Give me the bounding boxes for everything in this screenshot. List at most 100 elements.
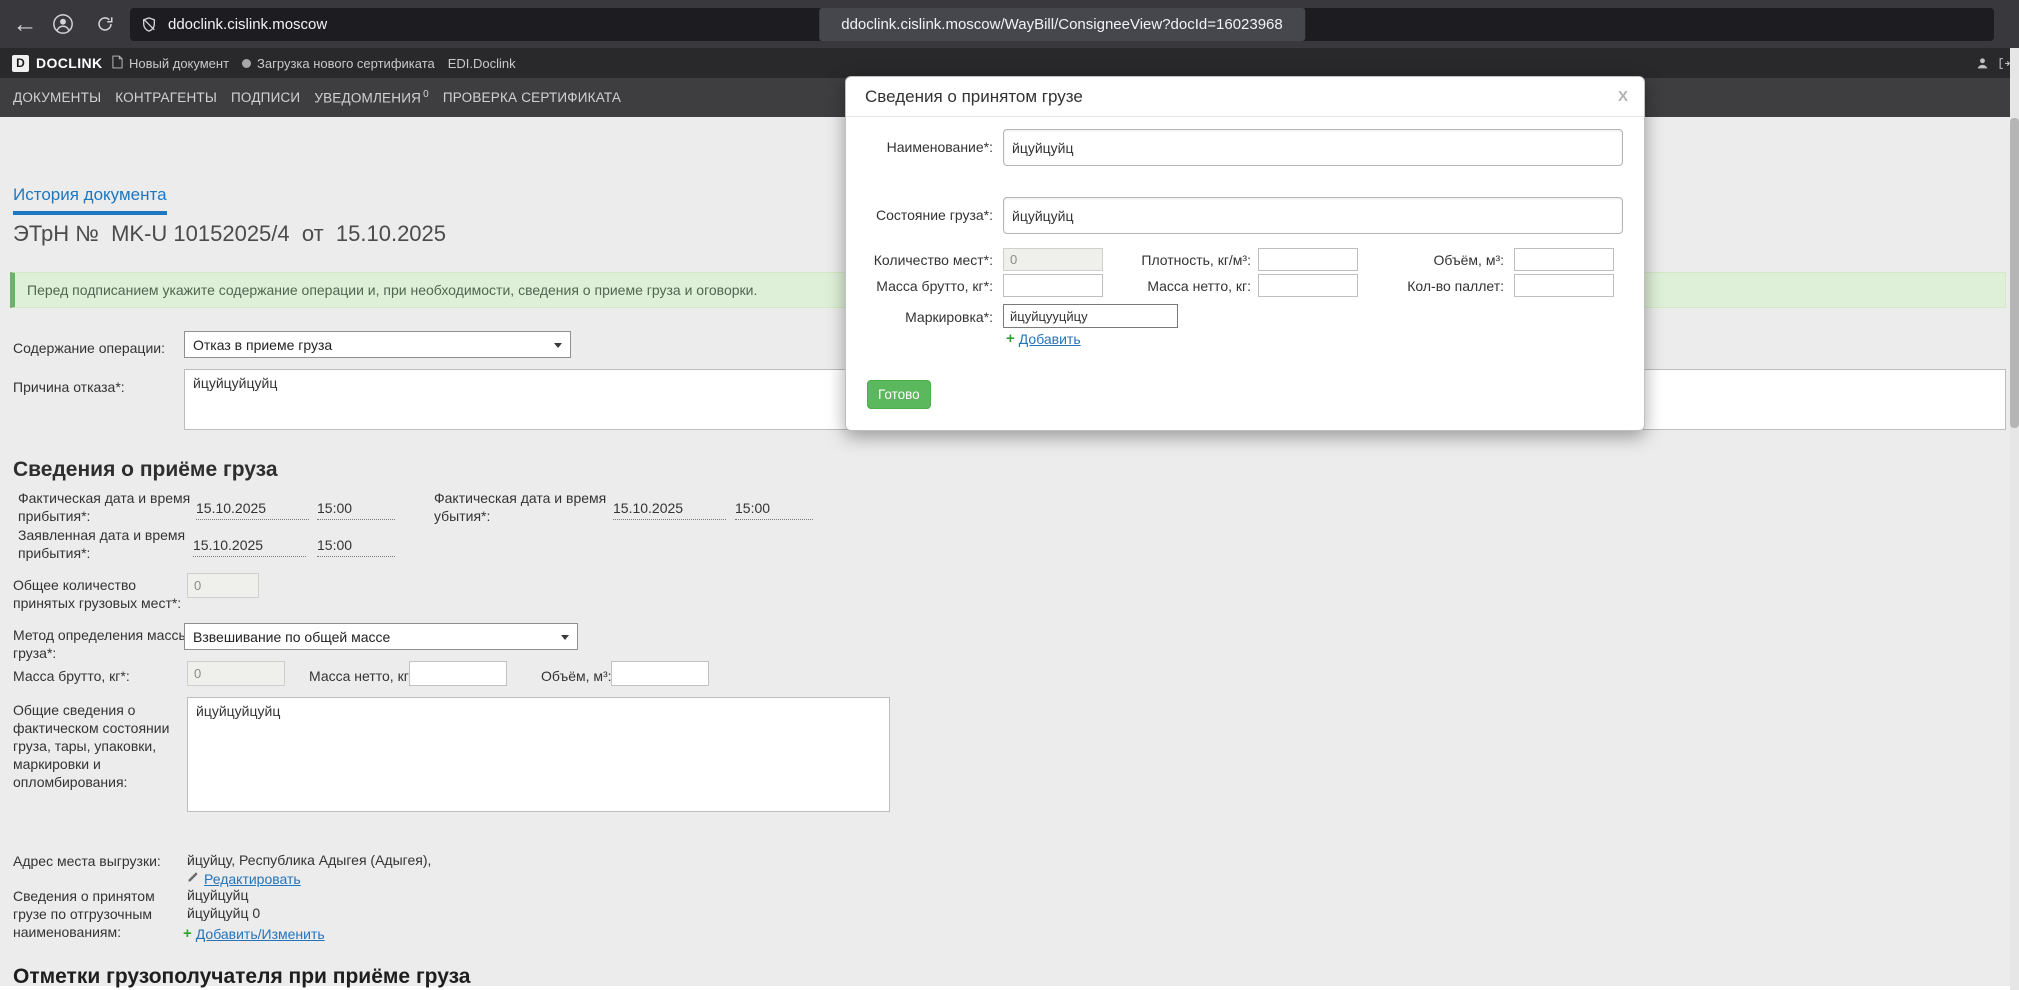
total-places-label: Общее количество принятых грузовых мест*… — [13, 577, 182, 611]
cargo-info-value-1: йцуйцуйц — [187, 887, 249, 903]
places-label: Количество мест*: — [873, 252, 993, 268]
add-change-row: + Добавить/Изменить — [183, 925, 325, 942]
net-mass-input[interactable] — [409, 661, 507, 686]
operation-label: Содержание операции: — [13, 340, 165, 356]
reload-icon[interactable] — [88, 0, 122, 48]
done-button[interactable]: Готово — [867, 380, 931, 409]
pencil-icon — [187, 870, 199, 888]
name-input[interactable] — [1003, 129, 1623, 166]
unload-address-value: йцуйцу, Республика Адыгея (Адыгея), — [187, 852, 432, 868]
nav-item-certificate-check[interactable]: ПРОВЕРКА СЕРТИФИКАТА — [443, 90, 621, 105]
condition-label: Общие сведения о фактическом состоянии г… — [13, 702, 170, 790]
total-places-input — [187, 573, 259, 598]
document-icon — [112, 55, 123, 72]
gross-mass-label: Масса брутто, кг*: — [13, 668, 130, 684]
declared-arrival-time-field[interactable]: 15:00 — [317, 537, 395, 557]
menu-item-certificate-upload[interactable]: Загрузка нового сертификата — [242, 56, 435, 71]
consignee-marks-heading: Отметки грузополучателя при приёме груза — [13, 965, 471, 988]
actual-arrival-label: Фактическая дата и время прибытия*: — [18, 490, 191, 524]
actual-departure-date-field[interactable]: 15.10.2025 — [613, 500, 726, 520]
net-mass-label: Масса нетто, кг: — [309, 668, 413, 684]
modal-net-input[interactable] — [1258, 274, 1358, 297]
shield-icon — [141, 16, 157, 38]
edit-address-row: Редактировать — [187, 870, 301, 888]
modal-gross-label: Масса брутто, кг*: — [876, 278, 993, 294]
marking-label: Маркировка*: — [905, 309, 993, 325]
operation-select-value: Отказ в приеме груза — [193, 336, 333, 353]
modal-gross-input[interactable] — [1003, 274, 1103, 297]
state-input[interactable] — [1003, 197, 1623, 234]
plus-icon: + — [1006, 330, 1015, 347]
url-full-text: ddoclink.cislink.moscow/WayBill/Consigne… — [819, 8, 1305, 41]
add-link[interactable]: Добавить — [1019, 331, 1081, 347]
user-icon[interactable] — [1976, 57, 1989, 70]
header-menu: Новый документ Загрузка нового сертифика… — [112, 48, 516, 78]
density-input[interactable] — [1258, 248, 1358, 271]
plus-icon: + — [183, 925, 192, 942]
density-label: Плотность, кг/м³: — [1141, 252, 1251, 268]
doclink-logo-text: DOCLINK — [36, 55, 103, 71]
cargo-info-label: Сведения о принятом грузе по отгрузочным… — [13, 888, 155, 940]
modal-net-label: Масса нетто, кг: — [1147, 278, 1251, 294]
volume-input[interactable] — [611, 661, 709, 686]
mass-method-label: Метод определения массы груза*: — [13, 627, 189, 661]
condition-textarea[interactable]: йцуйцуйцуйц — [187, 697, 890, 812]
modal-close-button[interactable]: X — [1618, 88, 1628, 105]
places-input — [1003, 248, 1103, 271]
actual-arrival-time-field[interactable]: 15:00 — [317, 500, 395, 520]
menu-item-new-document[interactable]: Новый документ — [112, 55, 229, 72]
operation-select[interactable]: Отказ в приеме груза — [184, 331, 571, 358]
menu-item-label: Новый документ — [129, 55, 230, 71]
chevron-down-icon — [561, 635, 569, 640]
cargo-info-value-2: йцуйцуйц 0 — [187, 905, 261, 921]
volume-label: Объём, м³: — [541, 668, 612, 684]
document-title: ЭТрН № MK-U 10152025/4 от 15.10.2025 — [13, 221, 447, 246]
actual-departure-time-field[interactable]: 15:00 — [735, 500, 813, 520]
chevron-down-icon — [554, 343, 562, 348]
unload-address-label: Адрес места выгрузки: — [13, 853, 161, 869]
marking-input[interactable] — [1003, 304, 1178, 328]
doclink-logo-icon: D — [12, 54, 29, 72]
modal-volume-input[interactable] — [1514, 248, 1614, 271]
header-right — [1976, 48, 2011, 78]
scrollbar-thumb[interactable] — [2010, 118, 2019, 428]
mass-method-select-value: Взвешивание по общей массе — [193, 628, 391, 645]
app-header: D DOCLINK Новый документ Загрузка нового… — [0, 48, 2019, 78]
nav-item-notifications[interactable]: УВЕДОМЛЕНИЯ 0 — [314, 89, 429, 106]
url-domain-text: ddoclink.cislink.moscow — [168, 16, 328, 33]
notifications-badge: 0 — [423, 89, 429, 101]
scrollbar[interactable] — [2010, 48, 2019, 990]
nav-item-counterparties[interactable]: КОНТРАГЕНТЫ — [115, 90, 217, 105]
history-tab[interactable]: История документа — [13, 185, 167, 215]
mass-method-select[interactable]: Взвешивание по общей массе — [184, 623, 578, 650]
declared-arrival-label: Заявленная дата и время прибытия*: — [18, 527, 186, 561]
menu-item-edi-doclink[interactable]: EDI.Doclink — [448, 56, 516, 71]
menu-item-label: Загрузка нового сертификата — [257, 55, 435, 71]
doclink-logo[interactable]: D DOCLINK — [12, 48, 103, 78]
refusal-reason-label: Причина отказа*: — [13, 379, 125, 395]
name-label: Наименование*: — [886, 139, 993, 155]
menu-item-label: EDI.Doclink — [447, 55, 516, 71]
actual-departure-label: Фактическая дата и время убытия*: — [434, 490, 607, 524]
edit-address-link[interactable]: Редактировать — [204, 871, 301, 887]
add-row: + Добавить — [1006, 330, 1081, 347]
back-icon[interactable]: ← — [8, 0, 42, 48]
actual-arrival-date-field[interactable]: 15.10.2025 — [196, 500, 309, 520]
nav-item-notifications-label: УВЕДОМЛЕНИЯ — [314, 90, 422, 106]
accepted-cargo-modal: Сведения о принятом грузе X Наименование… — [845, 76, 1645, 431]
modal-title: Сведения о принятом грузе — [865, 87, 1083, 106]
certificate-icon — [242, 58, 252, 68]
declared-arrival-date-field[interactable]: 15.10.2025 — [193, 537, 306, 557]
add-change-link[interactable]: Добавить/Изменить — [196, 926, 325, 942]
nav-item-documents[interactable]: ДОКУМЕНТЫ — [13, 90, 101, 105]
browser-toolbar: ← ddoclink.cislink.moscow ddoclink.cisli… — [0, 0, 2019, 48]
pallets-label: Кол-во паллет: — [1407, 278, 1504, 294]
acceptance-heading: Сведения о приёме груза — [13, 458, 278, 481]
state-label: Состояние груза*: — [875, 207, 993, 223]
modal-volume-label: Объём, м³: — [1433, 252, 1504, 268]
account-icon[interactable] — [46, 0, 80, 48]
gross-mass-input — [187, 661, 285, 686]
pallets-input[interactable] — [1514, 274, 1614, 297]
url-bar[interactable]: ddoclink.cislink.moscow ddoclink.cislink… — [130, 8, 1994, 41]
nav-item-signatures[interactable]: ПОДПИСИ — [231, 90, 300, 105]
